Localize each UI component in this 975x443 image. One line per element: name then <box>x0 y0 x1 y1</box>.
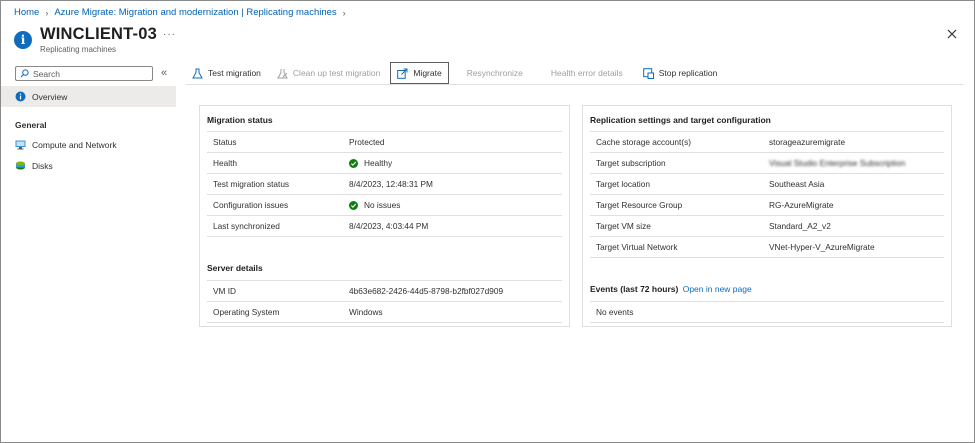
section-title: Server details <box>207 263 263 273</box>
open-in-new-page-link[interactable]: Open in new page <box>683 284 752 294</box>
page-header: i WINCLIENT-03 Replicating machines <box>14 24 157 54</box>
migrate-button[interactable]: Migrate <box>390 62 449 84</box>
info-icon <box>15 91 26 102</box>
chevron-right-icon: › <box>342 7 346 18</box>
table-row: Target VM size Standard_A2_v2 <box>590 216 944 237</box>
section-title: Events (last 72 hours) <box>590 284 679 294</box>
table-row: Target Resource Group RG-AzureMigrate <box>590 195 944 216</box>
table-row: Operating System Windows <box>207 302 562 323</box>
table-row: VM ID 4b63e682-2426-44d5-8798-b2fbf027d9… <box>207 281 562 302</box>
section-title: Replication settings and target configur… <box>590 115 771 125</box>
table-row: Status Protected <box>207 132 562 153</box>
sidebar-item-label: Compute and Network <box>32 139 117 150</box>
target-resource-group-link[interactable]: RG-AzureMigrate <box>769 200 834 210</box>
page-title: WINCLIENT-03 <box>40 25 157 43</box>
table-row: Target Virtual Network VNet-Hyper-V_Azur… <box>590 237 944 258</box>
events-header: Events (last 72 hours) Open in new page <box>590 284 752 294</box>
configuration-issues-value: No issues <box>364 200 401 210</box>
target-virtual-network-link[interactable]: VNet-Hyper-V_AzureMigrate <box>769 242 875 252</box>
search-input[interactable] <box>33 68 143 79</box>
check-circle-icon <box>349 200 358 210</box>
stop-replication-label: Stop replication <box>658 68 718 78</box>
section-title: Migration status <box>207 115 273 125</box>
info-icon: i <box>14 31 32 49</box>
check-circle-icon <box>349 158 358 168</box>
table-row: Target location Southeast Asia <box>590 174 944 195</box>
cleanup-test-migration-button[interactable]: Clean up test migration <box>271 62 386 84</box>
target-subscription-link[interactable]: Visual Studio Enterprise Subscription <box>769 158 905 168</box>
chevron-right-icon: › <box>45 7 49 18</box>
sidebar-item-label: Overview <box>32 91 68 102</box>
migration-status-table: Status Protected Health Healthy Test mig… <box>207 131 562 237</box>
breadcrumb: Home › Azure Migrate: Migration and mode… <box>14 7 346 18</box>
stop-replication-button[interactable]: Stop replication <box>637 62 724 84</box>
migration-status-panel: Migration status Status Protected Health… <box>199 105 570 327</box>
resynchronize-button[interactable]: Resynchronize <box>453 62 529 84</box>
table-row: No events <box>590 302 944 323</box>
cleanup-icon <box>277 68 288 79</box>
command-bar: Test migration Clean up test migration M… <box>186 62 963 85</box>
health-error-details-button[interactable]: Health error details <box>537 62 629 84</box>
disks-icon <box>15 160 26 171</box>
sidebar-item-label: Disks <box>32 160 53 171</box>
sidebar: Overview General Compute and Network Dis… <box>1 86 176 176</box>
replication-settings-panel: Replication settings and target configur… <box>582 105 952 327</box>
cleanup-label: Clean up test migration <box>292 68 381 78</box>
breadcrumb-parent[interactable]: Azure Migrate: Migration and modernizati… <box>54 7 336 18</box>
migrate-label: Migrate <box>413 68 442 78</box>
external-arrow-icon <box>397 68 408 79</box>
table-row: Target subscription Visual Studio Enterp… <box>590 153 944 174</box>
sidebar-group-general: General <box>15 120 47 130</box>
search-icon <box>20 69 29 78</box>
flask-icon <box>192 68 203 79</box>
test-migration-button[interactable]: Test migration <box>186 62 267 84</box>
sidebar-item-disks[interactable]: Disks <box>1 155 176 176</box>
stop-replication-icon <box>642 67 654 79</box>
page-subtitle: Replicating machines <box>40 45 117 54</box>
monitor-icon <box>15 139 26 150</box>
table-row: Configuration issues No issues <box>207 195 562 216</box>
table-row: Test migration status 8/4/2023, 12:48:31… <box>207 174 562 195</box>
server-details-table: VM ID 4b63e682-2426-44d5-8798-b2fbf027d9… <box>207 280 562 323</box>
close-icon[interactable] <box>945 27 959 41</box>
table-row: Health Healthy <box>207 153 562 174</box>
more-options-button[interactable]: ··· <box>163 29 176 40</box>
collapse-sidebar-button[interactable]: « <box>161 67 167 79</box>
health-value: Healthy <box>364 158 393 168</box>
sidebar-item-overview[interactable]: Overview <box>1 86 176 107</box>
table-row: Cache storage account(s) storageazuremig… <box>590 132 944 153</box>
search-box[interactable] <box>15 66 153 81</box>
sidebar-item-compute-and-network[interactable]: Compute and Network <box>1 134 176 155</box>
replication-settings-table: Cache storage account(s) storageazuremig… <box>590 131 944 258</box>
breadcrumb-home[interactable]: Home <box>14 7 39 18</box>
table-row: Last synchronized 8/4/2023, 4:03:44 PM <box>207 216 562 237</box>
test-migration-label: Test migration <box>208 68 261 78</box>
events-table: No events <box>590 301 944 323</box>
